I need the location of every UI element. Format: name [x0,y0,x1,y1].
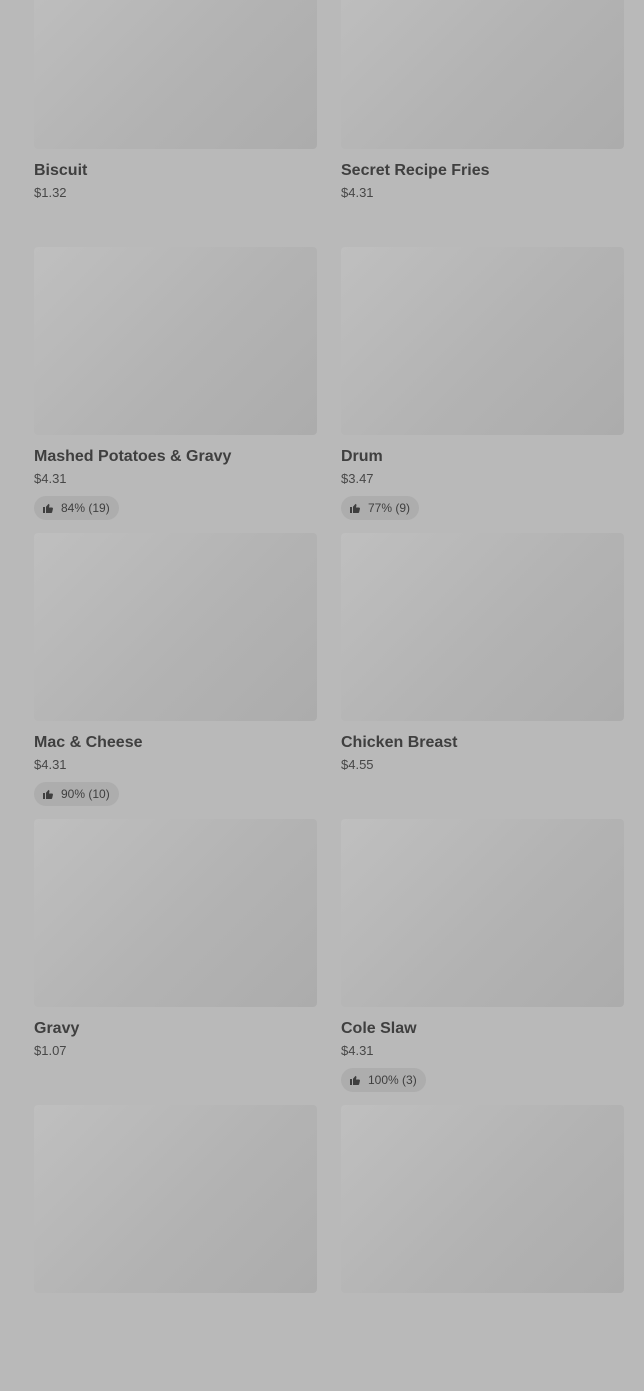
item-name: Gravy [34,1020,80,1037]
menu-item-card[interactable]: Mashed Potatoes & Gravy $4.31 84% (19) [34,247,317,533]
item-image [34,819,317,1007]
item-price: $4.31 [34,471,67,486]
item-price: $4.31 [34,757,67,772]
item-name: Biscuit [34,162,88,179]
menu-item-card[interactable]: Biscuit $1.32 [34,0,317,247]
thumbs-up-icon [43,503,53,513]
item-image [341,247,624,435]
item-price: $3.47 [341,471,374,486]
item-image [34,1105,317,1293]
menu-item-card[interactable]: Mac & Cheese $4.31 90% (10) [34,533,317,819]
rating-text: 77% (9) [368,501,411,515]
item-image [341,533,624,721]
item-image [341,819,624,1007]
item-name: Cole Slaw [341,1020,417,1037]
item-name: Mashed Potatoes & Gravy [34,448,232,465]
item-image [34,533,317,721]
thumbs-up-icon [350,503,360,513]
thumbs-up-icon [350,1075,360,1085]
menu-item-card[interactable] [341,1105,624,1391]
item-name: Chicken Breast [341,734,458,751]
rating-badge: 100% (3) [341,1068,426,1092]
item-price: $4.31 [341,1043,374,1058]
item-name: Mac & Cheese [34,734,143,751]
menu-item-card[interactable]: Gravy $1.07 [34,819,317,1105]
rating-badge: 84% (19) [34,496,119,520]
item-price: $1.07 [34,1043,67,1058]
item-name: Drum [341,448,383,465]
item-image [341,0,624,149]
item-price: $4.55 [341,757,374,772]
menu-item-card[interactable]: Chicken Breast $4.55 [341,533,624,819]
rating-badge: 77% (9) [341,496,420,520]
item-price: $1.32 [34,185,67,200]
menu-item-grid: Biscuit $1.32 Secret Recipe Fries $4.31 … [34,0,624,1391]
rating-badge: 90% (10) [34,782,119,806]
item-price: $4.31 [341,185,374,200]
item-image [34,0,317,149]
menu-item-card[interactable]: Cole Slaw $4.31 100% (3) [341,819,624,1105]
rating-text: 100% (3) [368,1073,417,1087]
menu-item-card[interactable] [34,1105,317,1391]
menu-item-card[interactable]: Secret Recipe Fries $4.31 [341,0,624,247]
item-image [341,1105,624,1293]
item-image [34,247,317,435]
thumbs-up-icon [43,789,53,799]
rating-text: 90% (10) [61,787,110,801]
menu-item-card[interactable]: Drum $3.47 77% (9) [341,247,624,533]
rating-text: 84% (19) [61,501,110,515]
item-name: Secret Recipe Fries [341,162,490,179]
